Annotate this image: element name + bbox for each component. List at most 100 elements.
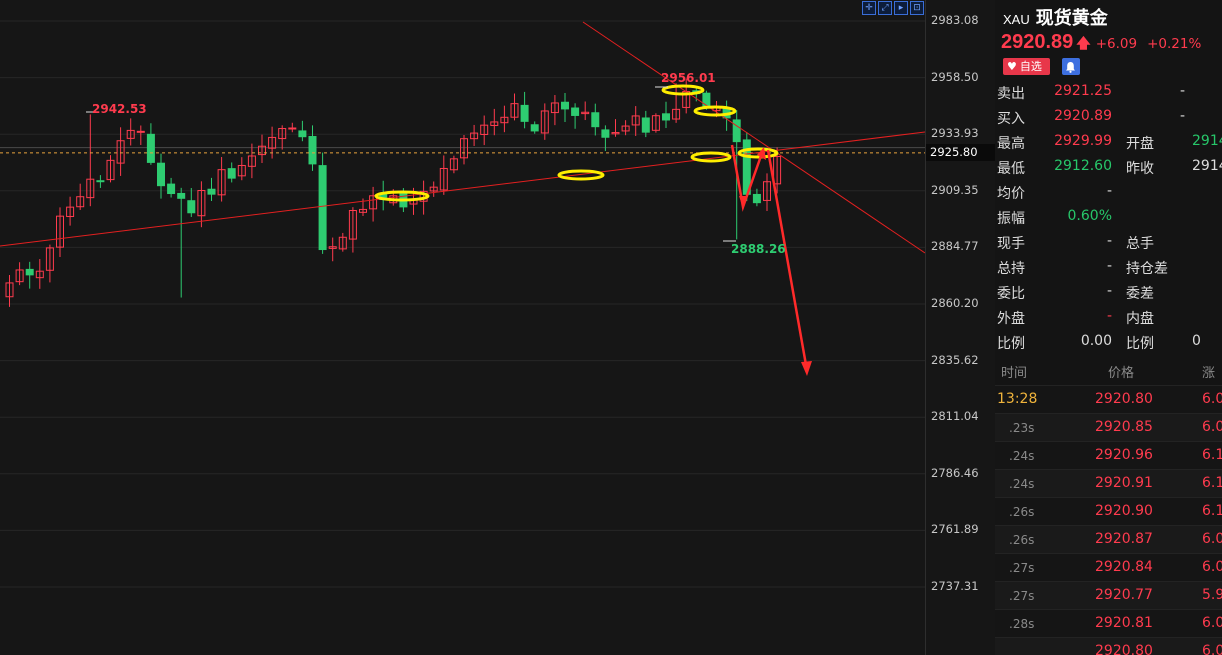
candle-body — [298, 130, 307, 138]
axis-tick-label: 2958.50 — [931, 69, 979, 84]
tick-price: 2920.85 — [1095, 419, 1153, 435]
candle-body — [167, 183, 176, 195]
tick-header-time: 时间 — [1001, 366, 1028, 381]
play-icon[interactable]: ▸ — [894, 1, 908, 15]
arrow-head — [801, 361, 812, 376]
candle-body — [520, 104, 529, 122]
candle-body — [288, 127, 297, 130]
quote-value: - — [1180, 83, 1186, 99]
quote-panel: XAU 现货黄金 2920.89 🡅 +6.09 +0.21% ♥ 自选 卖出 2… — [995, 0, 1222, 655]
crosshair-icon[interactable]: ✛ — [862, 1, 876, 15]
tick-price: 2920.84 — [1095, 559, 1153, 575]
quote-label: 振幅 — [997, 211, 1025, 227]
tick-change: 5.9 — [1202, 587, 1222, 603]
candle-body — [308, 136, 317, 165]
tick-row[interactable]: .26s 2920.87 6.0 — [995, 525, 1222, 553]
pattern-marker — [557, 169, 605, 181]
candle-body — [591, 112, 600, 128]
symbol-header: XAU 现货黄金 — [1003, 4, 1108, 30]
candle-body — [146, 133, 155, 163]
quote-label: 买入 — [997, 111, 1025, 127]
candle-body — [96, 180, 105, 183]
tick-row[interactable]: .24s 2920.91 6.1 — [995, 469, 1222, 497]
quote-label: 昨收 — [1126, 161, 1154, 177]
chart-toolbar: ✛ ⤢ ▸ ⊡ — [862, 1, 924, 15]
axis-tick-label: 2811.04 — [931, 409, 979, 424]
quote-value: 2921.25 — [1054, 83, 1112, 99]
quote-value: - — [1106, 258, 1112, 274]
tick-time: .28s — [1009, 617, 1035, 631]
quote-label: 持仓差 — [1126, 261, 1168, 277]
zoom-icon[interactable]: ⊡ — [910, 1, 924, 15]
tick-change: 6.0 — [1202, 531, 1222, 547]
tick-time: .26s — [1009, 505, 1035, 519]
quote-row: 振幅 0.60% — [995, 205, 1222, 230]
add-favorite-button[interactable]: ♥ 自选 — [1003, 58, 1050, 75]
candle-body — [752, 193, 761, 204]
candle-body — [227, 168, 236, 179]
tick-row[interactable]: .23s 2920.85 6.0 — [995, 413, 1222, 441]
tick-price: 2920.87 — [1095, 531, 1153, 547]
tick-time: .27s — [1009, 561, 1035, 575]
support-trendline — [0, 131, 925, 247]
quote-label: 委差 — [1126, 286, 1154, 302]
axis-tick-label: 2884.77 — [931, 239, 979, 254]
quote-label: 最低 — [997, 161, 1025, 177]
quote-row: 外盘 - 内盘 — [995, 305, 1222, 330]
favorite-label: 自选 — [1019, 60, 1042, 73]
arrow-up-icon: 🡅 — [1076, 36, 1091, 52]
low-price-label: 2888.26 — [731, 242, 786, 256]
projection-arrow — [766, 149, 808, 366]
quote-label: 总持 — [997, 261, 1025, 277]
tick-price: 2920.81 — [1095, 615, 1153, 631]
quote-label: 比例 — [1126, 336, 1154, 352]
tick-change: 6.0 — [1202, 419, 1222, 435]
axis-tick-label: 2835.62 — [931, 352, 979, 367]
candlestick-chart[interactable]: 2942.53 2956.01 2888.26 ✛ ⤢ ▸ ⊡ — [0, 0, 925, 655]
symbol-name: 现货黄金 — [1035, 8, 1108, 29]
quote-value: - — [1180, 108, 1186, 124]
quote-label: 卖出 — [997, 86, 1025, 102]
quote-value: - — [1106, 233, 1112, 249]
arrow-head — [739, 196, 748, 208]
alert-button[interactable] — [1061, 58, 1080, 75]
price-change: +6.09 — [1095, 36, 1138, 52]
quote-value: 2912.60 — [1054, 158, 1112, 174]
tick-row[interactable]: 13:28 2920.80 6.0 — [995, 385, 1222, 413]
fullscreen-icon[interactable]: ⤢ — [878, 1, 892, 15]
candle-body — [157, 162, 165, 187]
price-row: 2920.89 🡅 +6.09 +0.21% — [1001, 31, 1211, 57]
tick-time: 13:28 — [997, 391, 1038, 407]
tick-row[interactable]: .27s 2920.84 6.0 — [995, 553, 1222, 581]
quote-row: 均价 - — [995, 180, 1222, 205]
quote-value: 2914 — [1192, 133, 1222, 149]
tick-row[interactable]: .27s 2920.77 5.9 — [995, 581, 1222, 609]
high-price-label: 2942.53 — [92, 102, 147, 116]
tick-price: 2920.96 — [1095, 447, 1153, 463]
chart-canvas[interactable]: 2942.53 2956.01 2888.26 — [0, 0, 925, 655]
quote-row: 现手 - 总手 — [995, 230, 1222, 255]
tick-price: 2920.90 — [1095, 503, 1153, 519]
axis-tick-label: 2933.93 — [931, 126, 979, 141]
tick-header-price: 价格 — [1108, 366, 1135, 381]
tick-time: .27s — [1009, 589, 1035, 603]
axis-tick-label: 2761.89 — [931, 522, 979, 537]
candle-body — [187, 200, 196, 214]
tick-price: 2920.80 — [1095, 643, 1153, 655]
tick-row[interactable]: 2920.80 6.0 — [995, 637, 1222, 655]
quote-value: - — [1106, 283, 1112, 299]
high-price-label: 2956.01 — [661, 71, 716, 85]
quote-row: 最低 2912.60 昨收 2914 — [995, 155, 1222, 180]
tick-row[interactable]: .26s 2920.90 6.1 — [995, 497, 1222, 525]
tick-row[interactable]: .24s 2920.96 6.1 — [995, 441, 1222, 469]
quote-value: 0.60% — [1067, 208, 1112, 224]
quote-row: 最高 2929.99 开盘 2914 — [995, 130, 1222, 155]
tick-price: 2920.80 — [1095, 391, 1153, 407]
bell-icon — [1066, 61, 1076, 73]
axis-tick-label: 2860.20 — [931, 295, 979, 310]
tick-row[interactable]: .28s 2920.81 6.0 — [995, 609, 1222, 637]
axis-tick-label: 2909.35 — [931, 182, 979, 197]
action-buttons: ♥ 自选 — [1003, 58, 1080, 75]
quote-label: 比例 — [997, 336, 1025, 352]
quote-value: 0 — [1192, 333, 1201, 349]
